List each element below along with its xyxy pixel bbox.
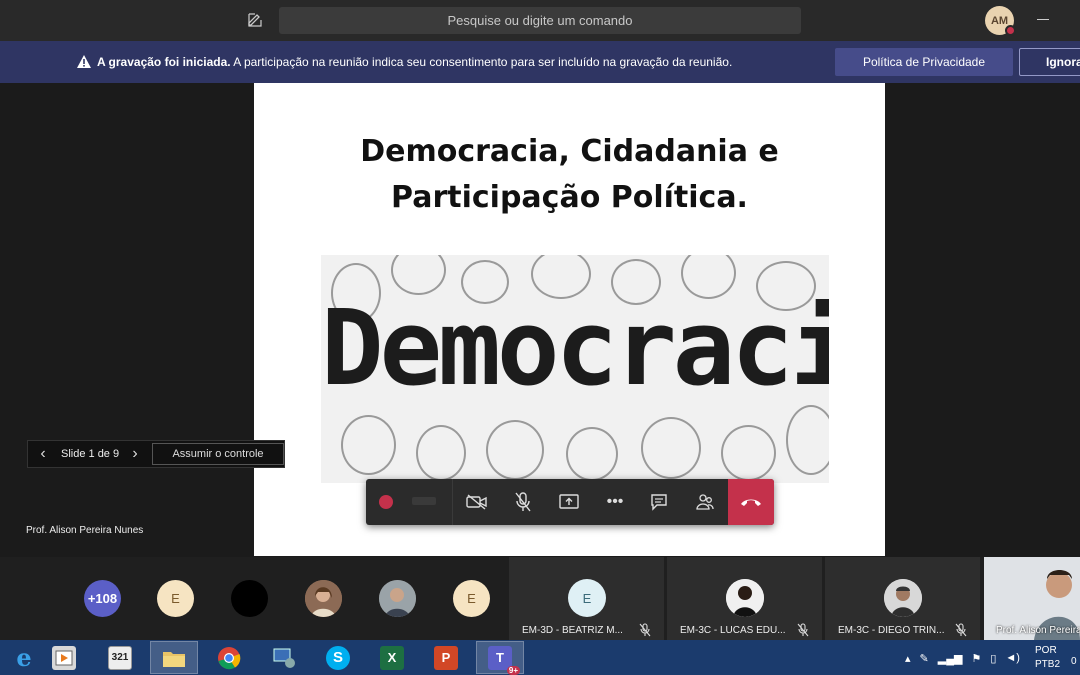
recording-indicator-icon: [379, 495, 393, 509]
signal-icon[interactable]: ▂▄▆: [938, 652, 963, 665]
mic-off-icon[interactable]: [500, 479, 546, 525]
face-doodle: [641, 417, 701, 479]
participant-name: EM-3C - LUCAS EDU...: [680, 625, 786, 636]
mic-muted-icon: [955, 623, 967, 640]
title-bar: Pesquise ou digite um comando AM: [0, 0, 1080, 41]
hang-up-button[interactable]: [728, 479, 774, 525]
network-app-icon[interactable]: [260, 641, 308, 674]
ignore-button[interactable]: Ignorar: [1019, 48, 1080, 76]
participant-name: EM-3D - BEATRIZ M...: [522, 625, 623, 636]
status-dot-icon: [1005, 25, 1016, 36]
participant-avatar[interactable]: E: [157, 580, 194, 617]
slide-image-word: Democracia: [321, 287, 829, 409]
presenter-name: Prof. Alison Pereira Nunes: [26, 525, 144, 536]
chat-icon[interactable]: [636, 479, 682, 525]
media-player-icon[interactable]: [40, 641, 88, 674]
participant-avatar: [726, 579, 764, 617]
slide-counter: Slide 1 de 9: [61, 448, 120, 460]
show-hidden-icons-icon[interactable]: ▴: [905, 652, 911, 665]
teams-meeting-window: Pesquise ou digite um comando AM A grava…: [0, 0, 1080, 675]
user-avatar[interactable]: AM: [985, 6, 1016, 36]
controls-divider: [452, 479, 453, 525]
more-options-icon[interactable]: •••: [592, 479, 638, 525]
recording-notice-bold: A gravação foi iniciada.: [97, 55, 231, 69]
mic-muted-icon: [639, 623, 651, 640]
face-doodle: [486, 420, 544, 480]
teams-notification-badge: 9+: [506, 665, 520, 675]
participant-avatar[interactable]: [231, 580, 268, 617]
new-chat-icon[interactable]: [245, 10, 265, 30]
share-screen-icon[interactable]: [546, 479, 592, 525]
mic-muted-icon: [797, 623, 809, 640]
volume-icon[interactable]: ◄): [1005, 652, 1020, 664]
recording-notice: A gravação foi iniciada. A participação …: [97, 55, 732, 69]
skype-icon[interactable]: S: [314, 641, 362, 674]
recording-notice-text: A participação na reunião indica seu con…: [230, 55, 733, 69]
next-slide-icon[interactable]: ›: [128, 446, 142, 462]
network-icon[interactable]: ▯: [990, 652, 996, 665]
slide-navigation: ‹ Slide 1 de 9 › Assumir o controle: [27, 440, 285, 468]
chrome-icon[interactable]: [205, 641, 253, 674]
powerpoint-icon[interactable]: P: [422, 641, 470, 674]
camera-off-icon[interactable]: [454, 479, 500, 525]
participant-avatar[interactable]: [379, 580, 416, 617]
keyboard-layout: PTB2: [1035, 659, 1061, 670]
participants-icon[interactable]: [682, 479, 728, 525]
face-doodle: [416, 425, 466, 481]
system-tray: ▴ ✎ ▂▄▆ ⚑ ▯ ◄): [905, 642, 1020, 674]
excel-icon[interactable]: X: [368, 641, 416, 674]
language-code: POR: [1035, 645, 1057, 656]
file-explorer-icon[interactable]: [150, 641, 198, 674]
warning-icon: [77, 55, 91, 68]
participant-tile[interactable]: EM-3C - DIEGO TRIN...: [825, 557, 980, 640]
participant-tile[interactable]: E EM-3D - BEATRIZ M...: [509, 557, 664, 640]
recording-timer: [412, 497, 436, 505]
participant-tile[interactable]: EM-3C - LUCAS EDU...: [667, 557, 822, 640]
face-doodle: [721, 425, 776, 481]
self-name: Prof. Alison Pereira: [996, 625, 1080, 636]
self-video-tile[interactable]: Prof. Alison Pereira: [984, 557, 1080, 640]
previous-slide-icon[interactable]: ‹: [36, 446, 50, 462]
search-input[interactable]: Pesquise ou digite um comando: [279, 7, 801, 34]
calendar-app-icon[interactable]: 321: [96, 641, 144, 674]
participant-avatar[interactable]: E: [453, 580, 490, 617]
privacy-policy-button[interactable]: Política de Privacidade: [835, 48, 1013, 76]
slide-title-line1: Democracia, Cidadania e: [360, 134, 779, 169]
clock[interactable]: 0: [1071, 656, 1077, 667]
face-doodle: [566, 427, 618, 481]
democracy-illustration: Democracia: [321, 255, 829, 483]
call-controls-bar: •••: [366, 479, 774, 525]
take-control-button[interactable]: Assumir o controle: [152, 443, 284, 465]
face-doodle: [341, 415, 396, 475]
avatar-initials: AM: [990, 14, 1009, 27]
teams-icon[interactable]: T 9+: [476, 641, 524, 675]
face-doodle: [786, 405, 829, 475]
participant-name: EM-3C - DIEGO TRIN...: [838, 625, 945, 636]
slide-title-line2: Participação Política.: [391, 180, 748, 215]
more-participants-button[interactable]: +108: [84, 580, 121, 617]
tray-app-icon[interactable]: ✎: [920, 652, 929, 665]
participant-avatar: E: [568, 579, 606, 617]
participant-avatar[interactable]: [305, 580, 342, 617]
flag-icon[interactable]: ⚑: [971, 652, 981, 665]
slide-title: Democracia, Cidadania e Participação Pol…: [254, 129, 885, 221]
participant-avatar: [884, 579, 922, 617]
input-language[interactable]: POR PTB2: [1035, 644, 1060, 672]
hang-up-icon: [741, 499, 761, 506]
minimize-icon[interactable]: [1037, 19, 1049, 20]
